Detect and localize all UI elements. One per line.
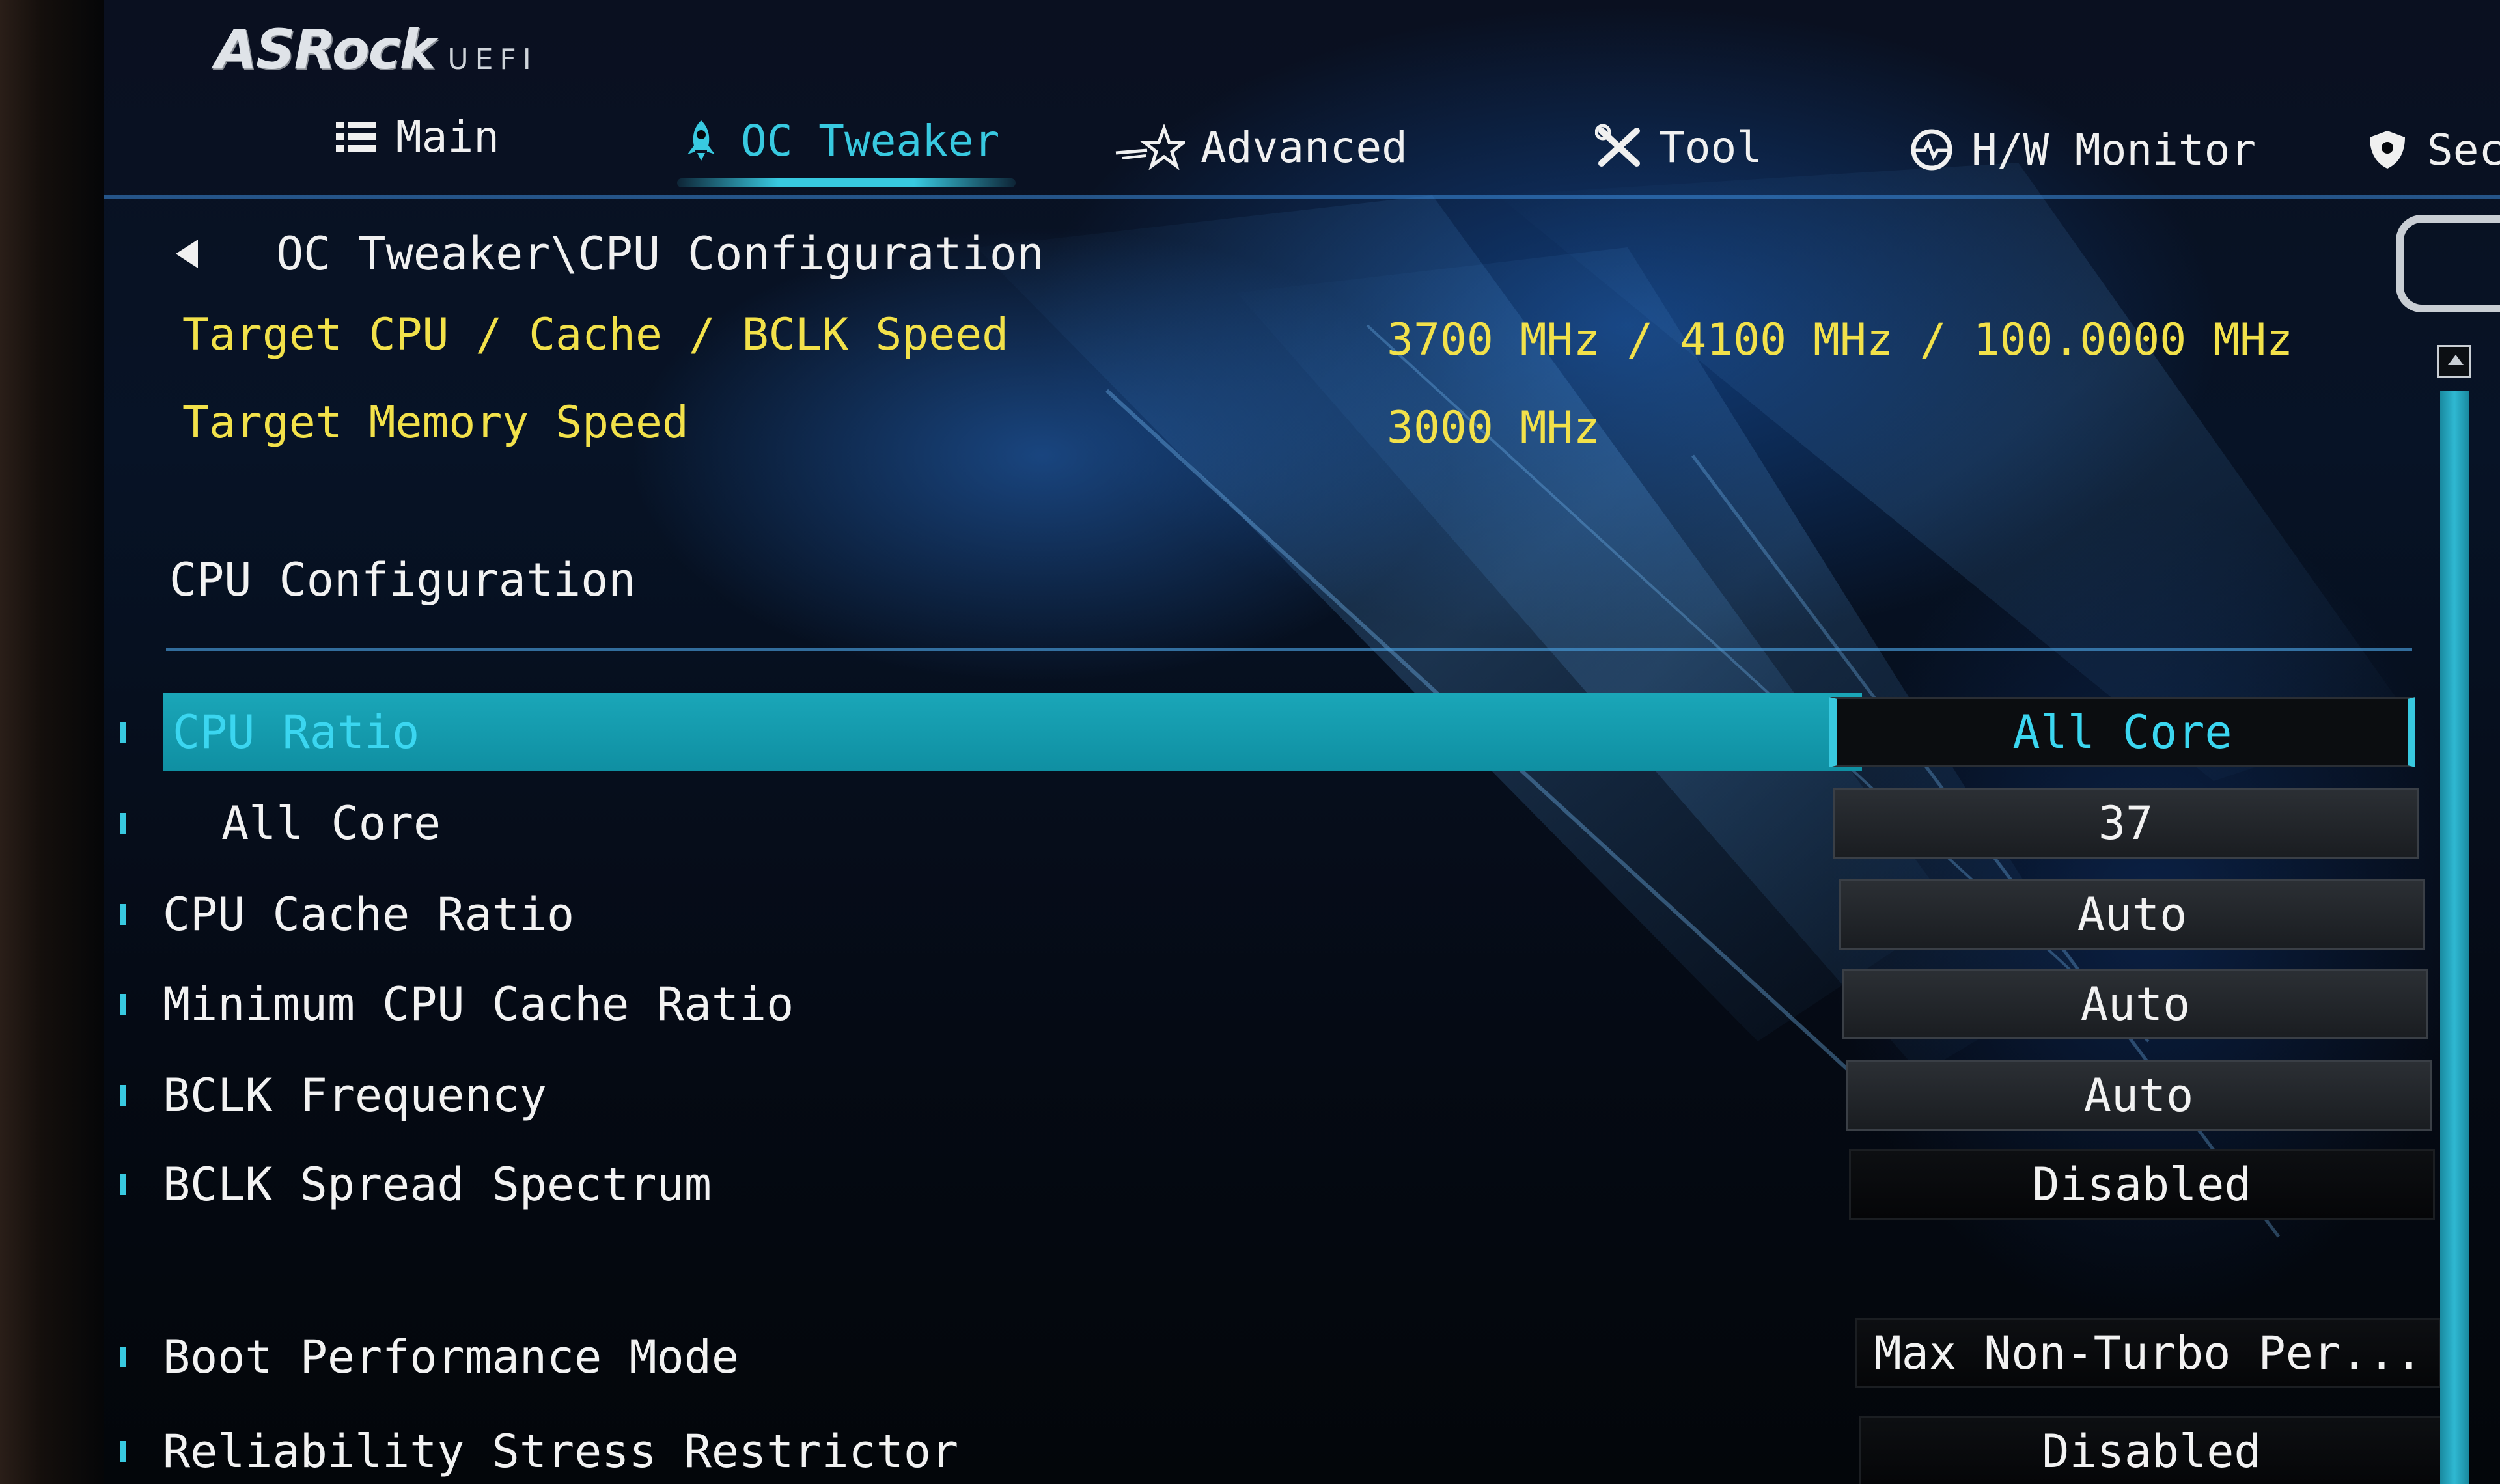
- breadcrumb: OC Tweaker\CPU Configuration: [176, 221, 1044, 286]
- setting-value-input[interactable]: Auto: [1842, 969, 2428, 1039]
- tab-advanced[interactable]: Advanced: [1113, 108, 1408, 186]
- row-bullet: [120, 1085, 126, 1106]
- setting-row-cpu-cache-ratio[interactable]: CPU Cache Ratio Auto: [98, 875, 2441, 954]
- setting-label: Boot Performance Mode: [163, 1330, 740, 1384]
- tab-hw-monitor[interactable]: H/W Monitor: [1908, 111, 2256, 189]
- monitor-bezel: [0, 0, 104, 1484]
- setting-label: All Core: [221, 797, 441, 850]
- tab-security[interactable]: Sec: [2363, 111, 2500, 189]
- tab-hw-monitor-label: H/W Monitor: [1971, 124, 2257, 175]
- target-cpu-cache-bclk-row: Target CPU / Cache / BCLK Speed 3700 MHz…: [182, 309, 2331, 374]
- row-bullet: [120, 813, 126, 834]
- setting-row-boot-performance-mode[interactable]: Boot Performance Mode Max Non-Turbo Per.…: [98, 1318, 2441, 1396]
- panel-corner-frame: [2396, 215, 2500, 312]
- setting-row-bclk-spread-spectrum[interactable]: BCLK Spread Spectrum Disabled: [98, 1146, 2441, 1224]
- tab-advanced-label: Advanced: [1201, 122, 1408, 172]
- setting-value-select[interactable]: Disabled: [1859, 1416, 2445, 1484]
- setting-value-input[interactable]: Auto: [1846, 1060, 2432, 1131]
- tab-main-label: Main: [396, 111, 499, 162]
- tools-icon: [1594, 124, 1643, 170]
- row-bullet: [120, 1347, 126, 1367]
- setting-label: CPU Ratio: [173, 706, 420, 759]
- tab-oc-tweaker[interactable]: OC Tweaker: [677, 102, 999, 180]
- section-divider: [166, 648, 2412, 651]
- scrollbar[interactable]: [2435, 345, 2474, 1484]
- tab-security-label: Sec: [2427, 124, 2500, 175]
- target-memory-row: Target Memory Speed 3000 MHz: [182, 397, 2331, 462]
- tab-tool[interactable]: Tool: [1594, 108, 1762, 186]
- target-memory-value: 3000 MHz: [1387, 402, 1600, 454]
- scroll-up-arrow-icon[interactable]: [2438, 345, 2471, 378]
- back-arrow-icon[interactable]: [176, 240, 198, 268]
- setting-label: BCLK Spread Spectrum: [163, 1158, 712, 1211]
- setting-row-reliability-stress-restrictor[interactable]: Reliability Stress Restrictor Disabled: [98, 1412, 2445, 1484]
- row-bullet: [120, 1174, 126, 1195]
- scroll-thumb[interactable]: [2440, 391, 2469, 1484]
- setting-value-select[interactable]: All Core: [1829, 697, 2415, 767]
- setting-label: CPU Cache Ratio: [163, 888, 575, 941]
- section-title: CPU Configuration: [169, 553, 636, 607]
- tab-main[interactable]: Main: [332, 98, 499, 176]
- rocket-icon: [677, 118, 725, 163]
- logo-brand: ASRock: [215, 18, 436, 81]
- breadcrumb-path: OC Tweaker\CPU Configuration: [276, 227, 1045, 281]
- top-nav: Main OC Tweaker Advanced Tool H/W Monito…: [0, 98, 2500, 195]
- setting-value-select[interactable]: Max Non-Turbo Per...: [1855, 1318, 2441, 1388]
- setting-row-cpu-ratio[interactable]: CPU Ratio All Core: [98, 693, 2441, 771]
- setting-label: BCLK Frequency: [163, 1069, 548, 1122]
- row-bullet: [120, 1441, 126, 1462]
- target-cpu-label: Target CPU / Cache / BCLK Speed: [182, 309, 1009, 361]
- setting-row-all-core[interactable]: All Core 37: [98, 784, 2441, 862]
- list-icon: [332, 114, 380, 159]
- row-bullet: [120, 904, 126, 925]
- star-icon: [1113, 123, 1189, 171]
- tab-tool-label: Tool: [1659, 122, 1762, 172]
- tab-oc-tweaker-label: OC Tweaker: [741, 115, 1000, 166]
- setting-value-input[interactable]: 37: [1833, 788, 2419, 859]
- setting-row-min-cpu-cache-ratio[interactable]: Minimum CPU Cache Ratio Auto: [98, 965, 2441, 1043]
- logo-uefi: UEFI: [447, 43, 538, 76]
- asrock-logo: ASRock UEFI: [215, 12, 538, 77]
- target-memory-label: Target Memory Speed: [182, 397, 689, 448]
- row-bullet: [120, 722, 126, 743]
- active-tab-indicator: [677, 178, 1016, 187]
- setting-value-select[interactable]: Disabled: [1849, 1149, 2435, 1220]
- setting-value-input[interactable]: Auto: [1839, 879, 2425, 950]
- shield-icon: [2363, 127, 2411, 172]
- monitor-icon: [1908, 127, 1956, 172]
- target-cpu-value: 3700 MHz / 4100 MHz / 100.0000 MHz: [1387, 314, 2293, 366]
- setting-row-bclk-frequency[interactable]: BCLK Frequency Auto: [98, 1056, 2441, 1134]
- setting-label: Minimum CPU Cache Ratio: [163, 978, 794, 1031]
- row-bullet: [120, 994, 126, 1015]
- setting-label: Reliability Stress Restrictor: [163, 1425, 959, 1478]
